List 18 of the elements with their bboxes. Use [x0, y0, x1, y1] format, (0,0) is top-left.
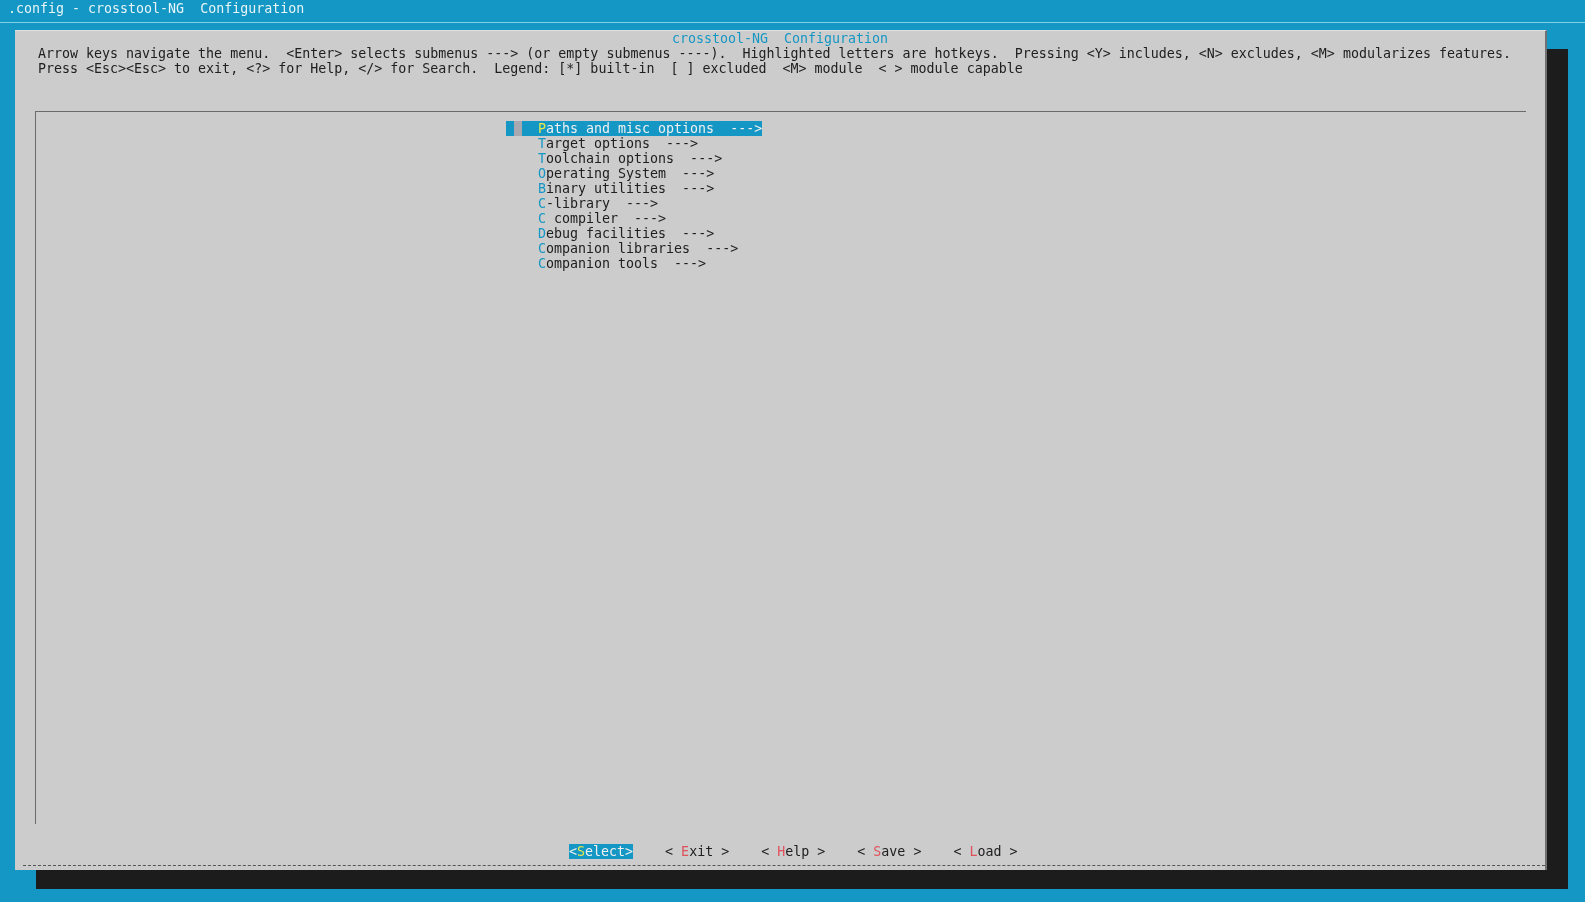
menu-item[interactable]: C compiler ---> [522, 211, 667, 226]
menu-item[interactable]: Binary utilities ---> [522, 181, 715, 196]
menu-item[interactable]: Operating System ---> [522, 166, 715, 181]
dialog-button[interactable]: < Save > [857, 844, 922, 859]
dialog-button[interactable]: < Exit > [665, 844, 730, 859]
window-title: .config - crosstool-NG Configuration [8, 1, 305, 16]
dialog-button[interactable]: < Load > [953, 844, 1018, 859]
selection-cursor [506, 121, 522, 136]
dialog-button[interactable]: < Help > [761, 844, 826, 859]
menu-item[interactable]: Debug facilities ---> [522, 226, 715, 241]
dialog-title: crosstool-NG Configuration [671, 31, 889, 46]
menu-item[interactable]: Toolchain options ---> [522, 151, 723, 166]
help-text: Arrow keys navigate the menu. <Enter> selects submenus ---> (or empty submenus ----). Highlighted letters are hotkeys. Pressing <Y> includes, <N> excludes, <M> modularizes features. [38, 46, 1511, 61]
menu-item[interactable]: C-library ---> [522, 196, 659, 211]
help-text: Press <Esc><Esc> to exit, <?> for Help, </> for Search. Legend: [*] built-in [ ] excluded <M> module < > module capable [38, 61, 1023, 76]
menu-item[interactable]: Companion tools ---> [522, 256, 707, 271]
menu-item[interactable]: Companion libraries ---> [522, 241, 739, 256]
menu-item[interactable]: Target options ---> [522, 136, 699, 151]
